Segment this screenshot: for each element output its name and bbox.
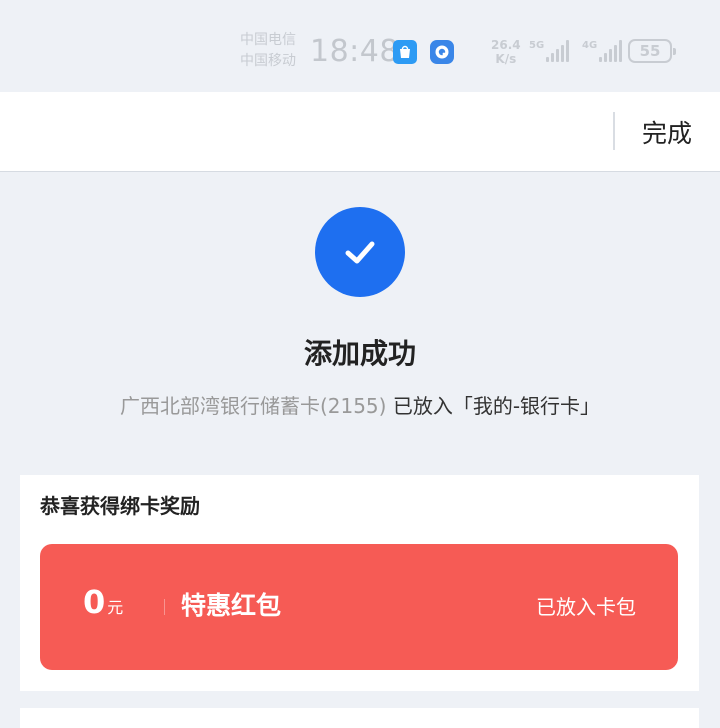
coupon-name: 特惠红包 xyxy=(181,591,282,620)
network-type-1: 5G xyxy=(529,40,545,51)
placed-location: 已放入「我的-银行卡」 xyxy=(392,394,601,418)
coupon-amount: 0 元 xyxy=(83,582,123,622)
top-header: 完成 xyxy=(0,92,720,172)
header-divider xyxy=(613,112,615,150)
red-packet-coupon[interactable]: 0 元 特惠红包 已放入卡包 xyxy=(40,544,678,670)
next-panel xyxy=(20,708,699,728)
browser-icon xyxy=(430,40,454,64)
network-speed: 26.4 K/s xyxy=(491,38,521,66)
status-bar: 中国电信 中国移动 18:48 26.4 K/s 5G 4G 55 xyxy=(0,0,720,92)
coupon-amount-unit: 元 xyxy=(107,598,124,617)
check-icon xyxy=(315,207,405,297)
bank-card-name: 广西北部湾银行储蓄卡(2155) xyxy=(119,394,387,418)
status-time: 18:48 xyxy=(310,34,399,69)
coupon-status: 已放入卡包 xyxy=(536,595,636,619)
network-type-2: 4G xyxy=(582,40,598,51)
battery-icon: 55 xyxy=(628,39,676,63)
reward-title: 恭喜获得绑卡奖励 xyxy=(40,494,200,518)
success-title: 添加成功 xyxy=(303,337,416,370)
carrier-1: 中国电信 xyxy=(240,32,296,48)
carrier-2: 中国移动 xyxy=(240,53,296,69)
network-speed-unit: K/s xyxy=(495,52,517,66)
battery-level: 55 xyxy=(639,42,661,60)
coupon-amount-value: 0 xyxy=(83,583,106,621)
coupon-divider xyxy=(164,599,165,615)
app-store-icon xyxy=(393,40,417,64)
done-button[interactable]: 完成 xyxy=(628,92,706,172)
signal-icon: 4G xyxy=(582,40,623,62)
reward-panel: 恭喜获得绑卡奖励 0 元 特惠红包 已放入卡包 xyxy=(20,475,699,691)
success-description: 广西北部湾银行储蓄卡(2155) 已放入「我的-银行卡」 xyxy=(0,390,720,422)
signal-icon: 5G xyxy=(529,40,570,62)
carrier-names: 中国电信 中国移动 xyxy=(240,30,296,72)
network-speed-value: 26.4 xyxy=(491,38,521,52)
